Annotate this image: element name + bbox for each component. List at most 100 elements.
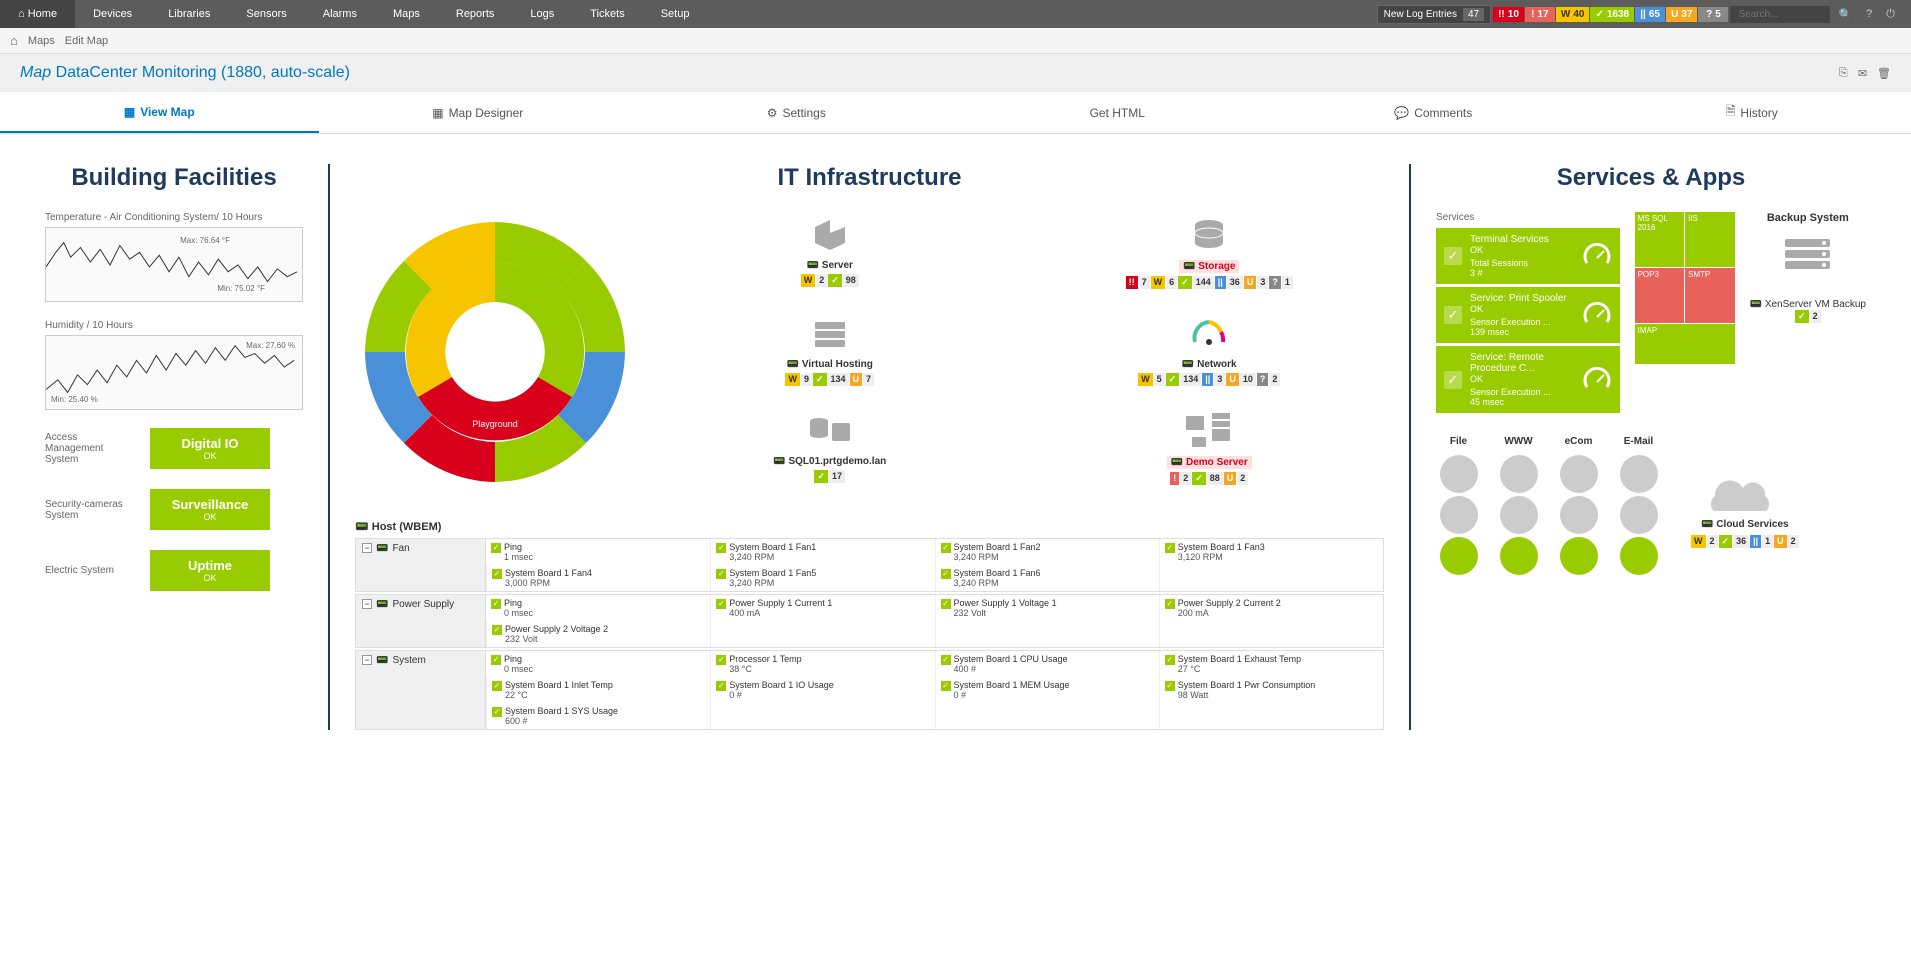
status-badge[interactable]: !17 [1525,7,1555,22]
system-status-button[interactable]: SurveillanceOK [150,489,270,530]
expand-icon[interactable]: − [362,599,372,609]
help-icon[interactable]: ? [1860,8,1878,20]
infra-badges: W2✓98 [655,274,1005,287]
host-cell[interactable]: ✓System Board 1 Exhaust Temp27 °C [1159,651,1383,677]
infra-cell-network[interactable]: 📟 Network W5✓134||3U10?2 [1035,311,1385,393]
service-item[interactable]: ✓Service: Remote Procedure C...OKSensor … [1436,346,1620,413]
traffic-light-www[interactable]: WWW [1496,436,1541,578]
host-cell[interactable]: ✓Power Supply 1 Current 1400 mA [710,595,934,621]
host-cell[interactable]: ✓System Board 1 Fan13,240 RPM [710,539,934,565]
system-status-button[interactable]: UptimeOK [150,550,270,591]
host-cell[interactable]: ✓System Board 1 IO Usage0 # [710,677,934,703]
nav-tickets[interactable]: Tickets [572,0,642,28]
panel-services-apps: Services & Apps Services ✓Terminal Servi… [1411,164,1891,730]
host-cell[interactable]: ✓System Board 1 Fan43,000 RPM [486,565,710,591]
infra-cell-storage[interactable]: 📟 Storage!!7W6✓144||36U3?1 [1035,212,1385,296]
expand-icon[interactable]: − [362,543,372,553]
breadcrumb-home-icon[interactable]: ⌂ [10,33,18,48]
treemap[interactable]: MS SQL 2016IISPOP3SMTPIMAP [1635,212,1735,416]
host-cell[interactable]: ✓Processor 1 Temp38 °C [710,651,934,677]
treemap-cell[interactable]: MS SQL 2016 [1635,212,1685,267]
host-cell[interactable]: ✓System Board 1 MEM Usage0 # [935,677,1159,703]
tab-get-html[interactable]: Get HTML [956,92,1275,133]
check-icon: ✓ [941,655,951,665]
new-log-entries[interactable]: New Log Entries 47 [1377,5,1492,24]
host-cell[interactable]: ✓Power Supply 2 Current 2200 mA [1159,595,1383,621]
host-cell-empty [1159,621,1383,647]
host-cell[interactable]: ✓Power Supply 2 Voltage 2232 Volt [486,621,710,647]
nav-reports[interactable]: Reports [438,0,513,28]
traffic-light-ecom[interactable]: eCom [1556,436,1601,578]
action-email-icon[interactable]: ✉ [1858,67,1867,80]
service-item[interactable]: ✓Service: Print SpoolerOKSensor Executio… [1436,287,1620,343]
system-status-button[interactable]: Digital IOOK [150,428,270,469]
status-badge[interactable]: W40 [1556,7,1590,22]
nav-logs[interactable]: Logs [512,0,572,28]
tab-history[interactable]: 🗎History [1593,92,1911,133]
sunburst-chart[interactable]: Playground [355,212,635,492]
host-cell[interactable]: ✓System Board 1 SYS Usage600 # [486,703,710,729]
search-input[interactable] [1730,6,1830,23]
host-cell[interactable]: ✓System Board 1 Inlet Temp22 °C [486,677,710,703]
host-category[interactable]: −📟System [356,651,486,729]
status-badge[interactable]: ✓1638 [1590,7,1634,22]
status-badge[interactable]: ?5 [1698,7,1728,22]
nav-libraries[interactable]: Libraries [150,0,228,28]
service-item[interactable]: ✓Terminal ServicesOKTotal Sessions3 # [1436,228,1620,284]
host-cell[interactable]: ✓Ping1 msec [486,539,710,565]
status-badge[interactable]: U37 [1666,7,1697,22]
infra-cell-virtual-hosting[interactable]: 📟 Virtual HostingW9✓134U7 [655,311,1005,393]
page-title-name: DataCenter Monitoring (1880, auto-scale) [56,64,350,81]
chart-canvas[interactable]: Max: 27.60 % Min: 25.40 % [45,335,303,410]
check-icon: ✓ [716,569,726,579]
home-icon: ⌂ [18,8,25,20]
host-cell[interactable]: ✓System Board 1 CPU Usage400 # [935,651,1159,677]
treemap-cell[interactable]: POP3 [1635,268,1685,323]
breadcrumb-maps[interactable]: Maps [28,35,55,47]
host-cell[interactable]: ✓System Board 1 Fan63,240 RPM [935,565,1159,591]
host-cell[interactable]: ✓Power Supply 1 Voltage 1232 Volt [935,595,1159,621]
traffic-light-e-mail[interactable]: E-Mail [1616,436,1661,578]
treemap-cell[interactable]: IIS [1685,212,1735,267]
breadcrumb-edit[interactable]: Edit Map [65,35,108,47]
nav-devices[interactable]: Devices [75,0,150,28]
host-category[interactable]: −📟Fan [356,539,486,591]
tab-icon: ▦ [124,105,135,119]
treemap-cell[interactable]: IMAP [1635,324,1735,364]
search-icon[interactable]: 🔍 [1832,8,1858,21]
host-cell[interactable]: ✓System Board 1 Pwr Consumption98 Watt [1159,677,1383,703]
infra-name: 📟 Network [1035,359,1385,370]
infra-cell-sql01-prtgdemo-lan[interactable]: 📟 SQL01.prtgdemo.lan✓17 [655,408,1005,492]
tab-comments[interactable]: 💬Comments [1274,92,1593,133]
nav-sensors[interactable]: Sensors [228,0,304,28]
infra-cell-server[interactable]: 📟 ServerW2✓98 [655,212,1005,296]
host-category[interactable]: −📟Power Supply [356,595,486,647]
nav-alarms[interactable]: Alarms [305,0,375,28]
action-delete-icon[interactable]: 🗑 [1877,67,1891,80]
nav-setup[interactable]: Setup [643,0,708,28]
nav-maps[interactable]: Maps [375,0,438,28]
tab-view-map[interactable]: ▦View Map [0,92,319,133]
gauge-icon [1582,241,1612,271]
tab-map-designer[interactable]: ▦Map Designer [319,92,638,133]
nav-home[interactable]: ⌂ Home [0,0,75,28]
system-row: Security-cameras SystemSurveillanceOK [45,489,303,530]
infra-cell-demo-server[interactable]: 📟 Demo Server!2✓88U2 [1035,408,1385,492]
host-cell[interactable]: ✓Ping0 msec [486,651,710,677]
action-export-icon[interactable]: ⎘ [1839,67,1848,80]
status-badge[interactable]: ||65 [1635,7,1665,22]
tab-settings[interactable]: ⚙Settings [637,92,956,133]
log-count: 47 [1463,8,1484,21]
treemap-cell[interactable]: SMTP [1685,268,1735,323]
host-cell[interactable]: ✓System Board 1 Fan23,240 RPM [935,539,1159,565]
chart-canvas[interactable]: Max: 76.64 °F Min: 75.02 °F [45,227,303,302]
traffic-light-file[interactable]: File [1436,436,1481,578]
check-icon: ✓ [1165,599,1175,609]
status-badge[interactable]: !!10 [1493,7,1524,22]
power-icon[interactable]: ⏻ [1880,8,1901,21]
host-cell[interactable]: ✓Ping0 msec [486,595,710,621]
expand-icon[interactable]: − [362,655,372,665]
infra-badges: W5✓134||3U10?2 [1035,373,1385,386]
host-cell[interactable]: ✓System Board 1 Fan33,120 RPM [1159,539,1383,565]
host-cell[interactable]: ✓System Board 1 Fan53,240 RPM [710,565,934,591]
